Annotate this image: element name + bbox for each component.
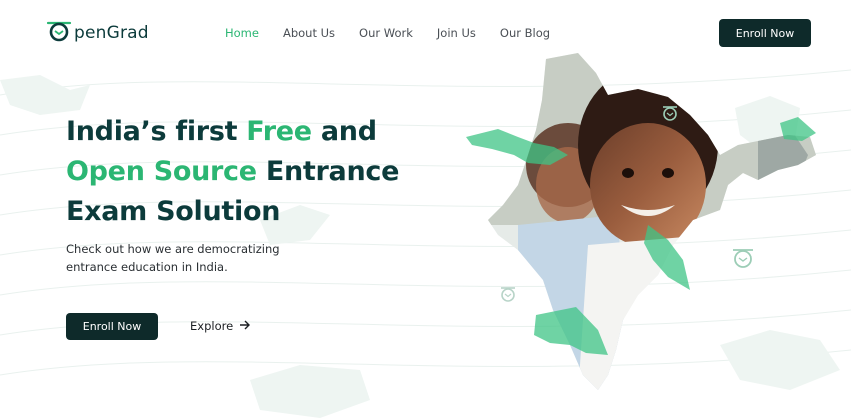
arrow-right-icon [239, 319, 251, 333]
owl-icon [46, 20, 72, 46]
graduation-cap-icon [498, 285, 518, 307]
hero-enroll-button[interactable]: Enroll Now [66, 313, 158, 340]
hero-title-line-2: Open Source Entrance [66, 152, 399, 192]
india-map-photo [466, 53, 816, 390]
explore-link[interactable]: Explore [190, 319, 251, 333]
graduation-cap-icon [660, 104, 680, 126]
brand-name: penGrad [74, 23, 149, 43]
hero-title-highlight-open-source: Open Source [66, 156, 257, 187]
hero-title: India’s first Free and Open Source Entra… [66, 112, 399, 232]
explore-label: Explore [190, 319, 234, 333]
landing-page: penGrad Home About Us Our Work Join Us O… [0, 0, 851, 418]
nav-join-us[interactable]: Join Us [437, 26, 476, 40]
hero-subtitle: Check out how we are democratizing entra… [66, 242, 280, 274]
hero-title-highlight-free: Free [246, 116, 312, 147]
nav-our-work[interactable]: Our Work [359, 26, 413, 40]
hero-title-text: Entrance [256, 156, 400, 187]
hero-title-text: and [311, 116, 377, 147]
hero-title-line-1: India’s first Free and [66, 112, 399, 152]
brand-logo[interactable]: penGrad [46, 20, 149, 46]
graduation-cap-icon [730, 246, 756, 274]
nav-our-blog[interactable]: Our Blog [500, 26, 550, 40]
nav-enroll-button[interactable]: Enroll Now [719, 19, 811, 47]
nav-links: Home About Us Our Work Join Us Our Blog [225, 26, 550, 40]
nav-home[interactable]: Home [225, 26, 259, 40]
hero-title-line-3: Exam Solution [66, 196, 281, 227]
nav-about-us[interactable]: About Us [283, 26, 335, 40]
hero-title-text: India’s first [66, 116, 247, 147]
